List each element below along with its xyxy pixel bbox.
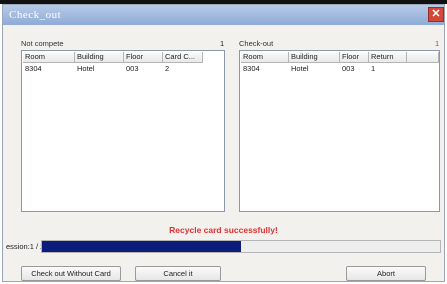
column-header-filler bbox=[407, 52, 439, 63]
session-label: ession:1 / 2 bbox=[6, 242, 45, 251]
building-cell: Hotel bbox=[77, 64, 95, 73]
cancel-button[interactable]: Cancel it bbox=[135, 266, 221, 281]
building-cell: Hotel bbox=[291, 64, 309, 73]
status-message: Recycle card successfully! bbox=[169, 225, 278, 235]
column-header-return[interactable]: Return bbox=[369, 52, 407, 63]
check-out-count: 1 bbox=[435, 39, 440, 48]
floor-cell: 003 bbox=[342, 64, 355, 73]
column-header-floor[interactable]: Floor bbox=[340, 52, 369, 63]
column-header-room[interactable]: Room bbox=[241, 52, 289, 63]
window-title: Check_out bbox=[9, 9, 62, 21]
progress-fill bbox=[42, 241, 241, 252]
table-row[interactable]: 8304 Hotel 003 1 bbox=[241, 64, 407, 73]
not-complete-label: Not compete bbox=[21, 39, 64, 48]
close-button[interactable]: ✕ bbox=[428, 7, 444, 22]
card-count-cell: 2 bbox=[165, 64, 170, 73]
column-header-card-count[interactable]: Card C... bbox=[163, 52, 203, 63]
not-complete-list[interactable]: Room Building Floor Card C... 8304 Hotel… bbox=[21, 50, 225, 212]
column-header-floor[interactable]: Floor bbox=[124, 52, 163, 63]
abort-button[interactable]: Abort bbox=[346, 266, 426, 281]
column-header-room[interactable]: Room bbox=[23, 52, 75, 63]
floor-cell: 003 bbox=[126, 64, 139, 73]
column-header-building[interactable]: Building bbox=[75, 52, 124, 63]
list-header: Room Building Floor Card C... bbox=[23, 52, 203, 63]
session-progress-bar bbox=[41, 240, 441, 253]
check-out-label: Check-out bbox=[239, 39, 274, 48]
close-icon: ✕ bbox=[431, 8, 441, 20]
room-cell: 8304 bbox=[25, 64, 42, 73]
check-out-list[interactable]: Room Building Floor Return 8304 Hotel 00… bbox=[239, 50, 440, 212]
check-out-without-card-button[interactable]: Check out Without Card bbox=[21, 266, 121, 281]
column-header-building[interactable]: Building bbox=[289, 52, 340, 63]
room-cell: 8304 bbox=[243, 64, 260, 73]
list-header: Room Building Floor Return bbox=[241, 52, 439, 63]
checkout-dialog: Check_out ✕ Not compete 1 Room Building … bbox=[2, 4, 445, 282]
table-row[interactable]: 8304 Hotel 003 2 bbox=[23, 64, 203, 73]
not-complete-count: 1 bbox=[220, 39, 225, 48]
title-bar[interactable]: Check_out ✕ bbox=[3, 5, 444, 25]
return-cell: 1 bbox=[371, 64, 376, 73]
